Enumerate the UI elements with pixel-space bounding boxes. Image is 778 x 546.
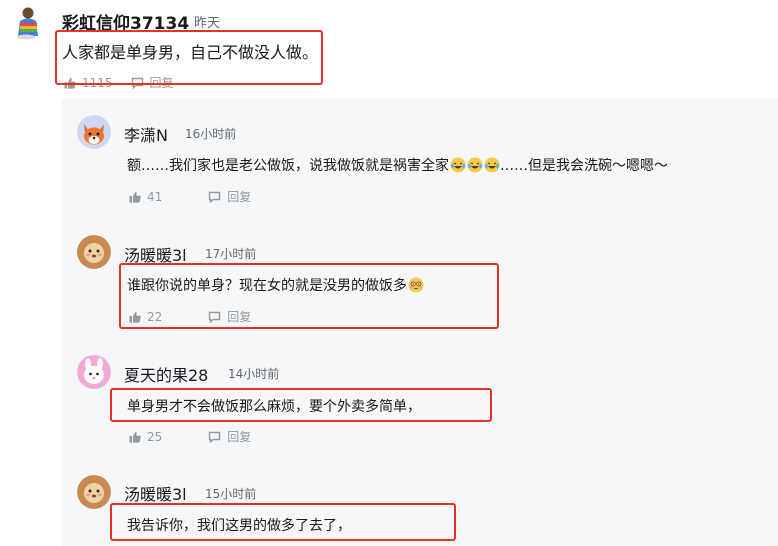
reply-text: 我告诉你，我们这男的做多了去了，	[127, 515, 351, 535]
like-count: 25	[147, 429, 163, 444]
lion-avatar-icon	[77, 475, 111, 509]
reply-text-part: 我告诉你，我们这男的做多了去了，	[127, 518, 351, 534]
reply-text-part: 谁跟你说的单身？现在女的就是没男的做饭多	[127, 278, 407, 294]
reply-actions: 41 回复	[129, 188, 269, 205]
reply-username[interactable]: 汤暖暖3l	[124, 481, 187, 505]
reply-actions: 22 回复	[129, 308, 269, 325]
reply-button[interactable]: 回复	[208, 428, 251, 445]
rainbow-figure-icon	[17, 7, 38, 40]
reply-username[interactable]: 夏天的果28	[124, 362, 208, 386]
reply-text: 单身男才不会做饭那么麻烦，要个外卖多简单，	[127, 396, 421, 416]
reply-avatar[interactable]	[77, 115, 111, 149]
like-button[interactable]: 41	[129, 190, 162, 204]
thumbs-up-icon	[129, 311, 141, 323]
reply-button[interactable]: 回复	[131, 74, 174, 91]
reply-text-part: 单身男才不会做饭那么麻烦，要个外卖多简单，	[127, 399, 421, 415]
reply-time: 16小时前	[185, 127, 237, 141]
laughing-tears-emoji	[450, 157, 466, 173]
like-button[interactable]: 25	[129, 430, 162, 444]
top-comment-username[interactable]: 彩虹信仰37134	[62, 9, 189, 34]
reply-actions: 25 回复	[129, 428, 269, 445]
reply-avatar[interactable]	[77, 355, 111, 389]
reply-label: 回复	[227, 430, 252, 444]
fox-avatar-icon	[77, 115, 111, 149]
reply-avatar[interactable]	[77, 475, 111, 509]
like-button[interactable]: 22	[129, 310, 162, 324]
reply-label: 回复	[227, 310, 252, 324]
reply-text-part: 额……我们家也是老公做饭，说我做饭就是祸害全家	[127, 158, 449, 174]
reply-time: 15小时前	[205, 487, 257, 501]
top-comment-time: 昨天	[194, 16, 221, 31]
top-comment-actions: 1115 回复	[64, 74, 192, 91]
laughing-tears-emoji	[484, 157, 500, 173]
like-count: 41	[147, 189, 163, 204]
reply-time: 14小时前	[228, 367, 280, 381]
reply-bubble-icon	[209, 431, 221, 443]
like-button[interactable]: 1115	[64, 76, 113, 90]
reply-text: 额……我们家也是老公做饭，说我做饭就是祸害全家 ……但是我会洗碗～嗯嗯～	[127, 155, 668, 175]
reply-time: 17小时前	[205, 247, 257, 261]
flushed-emoji	[408, 277, 424, 293]
reply-label: 回复	[227, 190, 252, 204]
lion-avatar-icon	[77, 235, 111, 269]
reply-text: 谁跟你说的单身？现在女的就是没男的做饭多	[127, 275, 424, 295]
reply-username[interactable]: 李潇N	[124, 122, 168, 146]
thumbs-up-icon	[64, 77, 76, 89]
reply-button[interactable]: 回复	[208, 188, 251, 205]
like-count: 22	[147, 309, 163, 324]
reply-bubble-icon	[209, 311, 221, 323]
comment-thread: 彩虹信仰37134 昨天 人家都是单身男，自己不做没人做。 1115 回复 李潇…	[0, 0, 778, 546]
thumbs-up-icon	[129, 191, 141, 203]
thumbs-up-icon	[129, 431, 141, 443]
bunny-avatar-icon	[77, 355, 111, 389]
reply-panel: 李潇N 16小时前 额……我们家也是老公做饭，说我做饭就是祸害全家 ……但是我会…	[62, 98, 778, 546]
like-count: 1115	[82, 75, 113, 90]
laughing-tears-emoji	[467, 157, 483, 173]
top-comment-text: 人家都是单身男，自己不做没人做。	[62, 43, 319, 62]
reply-button[interactable]: 回复	[208, 308, 251, 325]
reply-username[interactable]: 汤暖暖3l	[124, 242, 187, 266]
reply-bubble-icon	[131, 77, 143, 89]
reply-avatar[interactable]	[77, 235, 111, 269]
reply-bubble-icon	[209, 191, 221, 203]
top-comment-avatar[interactable]	[14, 6, 46, 40]
reply-label: 回复	[149, 76, 174, 90]
reply-text-part: ……但是我会洗碗～嗯嗯～	[500, 158, 668, 174]
